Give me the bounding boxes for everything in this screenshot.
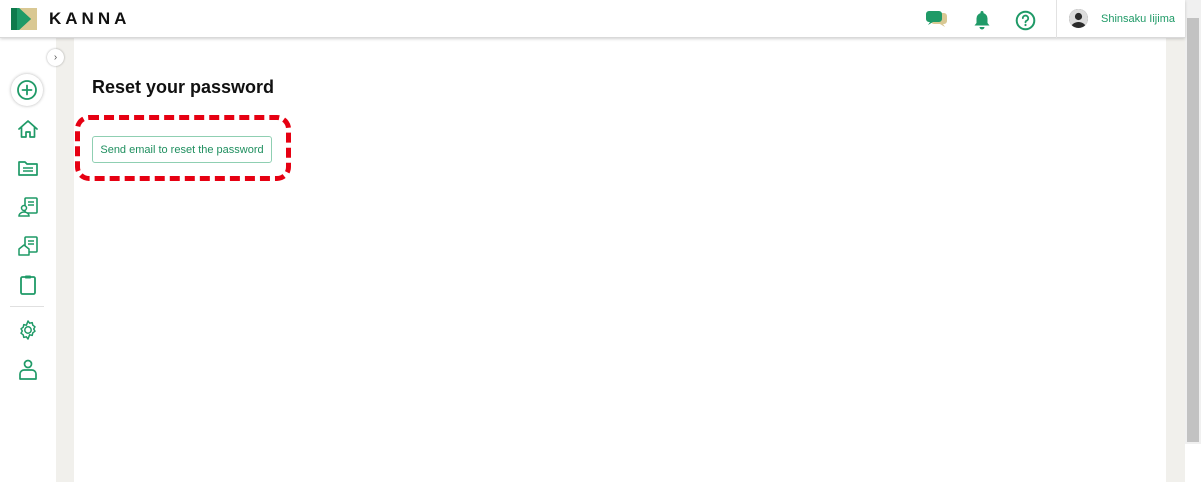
sidebar [0, 38, 56, 482]
add-button[interactable] [11, 74, 43, 106]
property-list-icon [18, 236, 38, 256]
sidebar-item-folders[interactable] [14, 154, 42, 182]
scrollbar-thumb[interactable] [1187, 18, 1199, 442]
home-icon [18, 120, 38, 138]
sidebar-item-home[interactable] [14, 115, 42, 143]
left-gutter [56, 38, 74, 482]
account-icon [19, 359, 37, 380]
chat-icon[interactable] [926, 9, 948, 31]
sidebar-item-account[interactable] [14, 356, 42, 384]
settings-icon [20, 320, 36, 340]
right-gutter [1166, 38, 1185, 482]
avatar [1069, 9, 1088, 28]
bell-icon[interactable] [971, 9, 993, 31]
sidebar-item-reports[interactable] [14, 271, 42, 299]
kanna-logo-icon [11, 8, 37, 30]
add-icon [17, 80, 37, 100]
folder-icon [18, 161, 38, 176]
customer-list-icon [18, 197, 38, 217]
top-bar: KANNA Shinsaku Iijima [0, 0, 1185, 38]
help-icon[interactable] [1014, 9, 1036, 31]
brand-name: KANNA [49, 9, 131, 28]
kanna-logo[interactable]: KANNA [11, 8, 130, 30]
sidebar-divider [10, 306, 44, 307]
header-divider [1056, 0, 1057, 38]
sidebar-item-properties[interactable] [14, 232, 42, 260]
user-menu[interactable]: Shinsaku Iijima [1069, 9, 1175, 28]
sidebar-item-customers[interactable] [14, 193, 42, 221]
chevron-right-icon: › [53, 52, 58, 63]
sidebar-item-settings[interactable] [14, 316, 42, 344]
page-title: Reset your password [92, 77, 275, 97]
main-content [74, 38, 1166, 482]
sidebar-expand-button[interactable]: › [47, 49, 64, 66]
bottom-strip [0, 482, 1201, 499]
clipboard-icon [20, 275, 36, 295]
send-reset-email-button[interactable]: Send email to reset the password [92, 136, 272, 163]
user-name: Shinsaku Iijima [1101, 12, 1175, 25]
